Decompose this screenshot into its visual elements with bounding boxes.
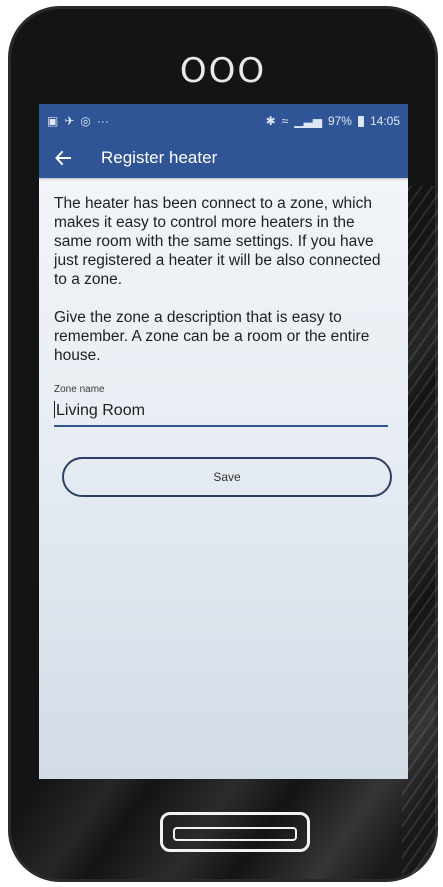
register-content: The heater has been connect to a zone, w… xyxy=(39,178,408,497)
app-bar: Register heater xyxy=(39,138,408,178)
zone-name-value: Living Room xyxy=(56,402,145,419)
page-title: Register heater xyxy=(101,148,218,167)
battery-icon xyxy=(357,115,364,127)
wifi-icon: ≈ xyxy=(281,114,289,128)
battery-percent: 97% xyxy=(327,114,352,128)
back-arrow-icon[interactable] xyxy=(51,146,75,170)
signal-icon: ▁▃▅ xyxy=(294,114,322,128)
status-bar: ▣ ✈ ◎ ··· ✱ ≈ ▁▃▅ 97% 14:05 xyxy=(39,104,408,138)
bluetooth-icon: ✱ xyxy=(265,114,276,128)
zone-instruction-text: Give the zone a description that is easy… xyxy=(54,309,370,364)
speaker-dots: OOO xyxy=(179,51,267,91)
save-button[interactable]: Save xyxy=(62,457,392,497)
image-icon: ▣ xyxy=(47,114,59,128)
status-left: ▣ ✈ ◎ ··· xyxy=(47,115,109,127)
more-icon: ··· xyxy=(96,114,109,128)
status-time: 14:05 xyxy=(369,114,400,128)
zone-name-label: Zone name xyxy=(54,384,105,395)
app-screen: ▣ ✈ ◎ ··· ✱ ≈ ▁▃▅ 97% 14:05 Register hea… xyxy=(39,104,408,779)
status-right: ✱ ≈ ▁▃▅ 97% 14:05 xyxy=(266,114,400,128)
home-button[interactable] xyxy=(160,812,310,852)
zone-name-input[interactable]: Living Room xyxy=(54,401,388,427)
app-icon: ◎ xyxy=(80,114,91,128)
zone-explanation-text: The heater has been connect to a zone, w… xyxy=(54,195,381,288)
notification-icon: ✈ xyxy=(64,114,75,128)
text-caret xyxy=(54,401,55,418)
